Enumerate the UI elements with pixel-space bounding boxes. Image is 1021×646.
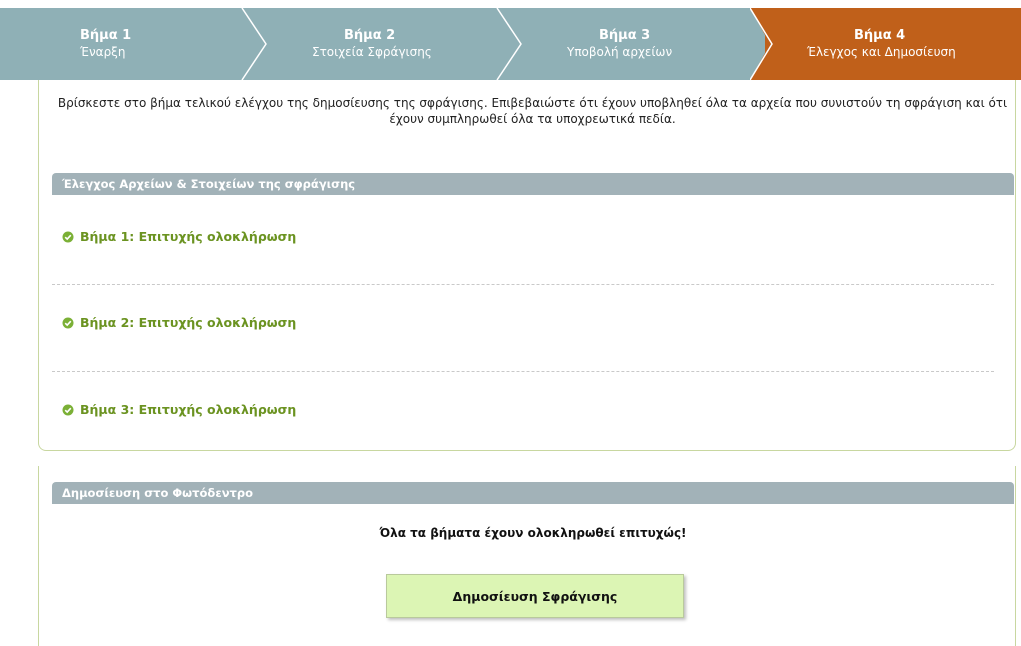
publish-section-header: Δημοσίευση στο Φωτόδεντρο: [52, 482, 1014, 504]
step-2[interactable]: Βήμα 2 Στοιχεία Σφράγισης: [255, 8, 510, 80]
check-item: Βήμα 2: Επιτυχής ολοκλήρωση: [62, 315, 296, 330]
check-item-label: Βήμα 1: Επιτυχής ολοκλήρωση: [80, 229, 297, 244]
page: Βήμα 1 Έναρξη Βήμα 2 Στοιχεία Σφράγισης …: [0, 0, 1021, 646]
step-1-subtitle: Έναρξη: [80, 45, 126, 59]
step-4-subtitle: Έλεγχος και Δημοσίευση: [807, 45, 956, 59]
check-panel: [38, 80, 1016, 451]
check-item: Βήμα 3: Επιτυχής ολοκλήρωση: [62, 402, 296, 417]
success-message: Όλα τα βήματα έχουν ολοκληρωθεί επιτυχώς…: [379, 526, 687, 540]
step-2-subtitle: Στοιχεία Σφράγισης: [312, 45, 432, 59]
step-3[interactable]: Βήμα 3 Υποβολή αρχείων: [510, 8, 765, 80]
divider: [52, 371, 994, 372]
check-item-label: Βήμα 2: Επιτυχής ολοκλήρωση: [80, 315, 297, 330]
check-section-header: Έλεγχος Αρχείων & Στοιχείων της σφράγιση…: [52, 173, 1014, 195]
step-4[interactable]: Βήμα 4 Έλεγχος και Δημοσίευση: [765, 8, 1021, 80]
step-3-subtitle: Υποβολή αρχείων: [567, 45, 673, 59]
wizard-steps: Βήμα 1 Έναρξη Βήμα 2 Στοιχεία Σφράγισης …: [0, 8, 1021, 80]
check-circle-icon: [62, 404, 74, 415]
intro-text: Βρίσκεστε στο βήμα τελικού ελέγχου της δ…: [57, 96, 1008, 126]
check-item: Βήμα 1: Επιτυχής ολοκλήρωση: [62, 229, 296, 244]
step-1[interactable]: Βήμα 1 Έναρξη: [0, 8, 255, 80]
step-2-title: Βήμα 2: [344, 28, 396, 43]
step-1-title: Βήμα 1: [80, 28, 132, 43]
check-circle-icon: [62, 317, 74, 328]
check-item-label: Βήμα 3: Επιτυχής ολοκλήρωση: [80, 402, 297, 417]
step-3-title: Βήμα 3: [599, 28, 651, 43]
divider: [52, 284, 994, 285]
check-circle-icon: [62, 231, 74, 242]
step-4-title: Βήμα 4: [854, 28, 906, 43]
publish-button[interactable]: Δημοσίευση Σφράγισης: [386, 574, 684, 618]
